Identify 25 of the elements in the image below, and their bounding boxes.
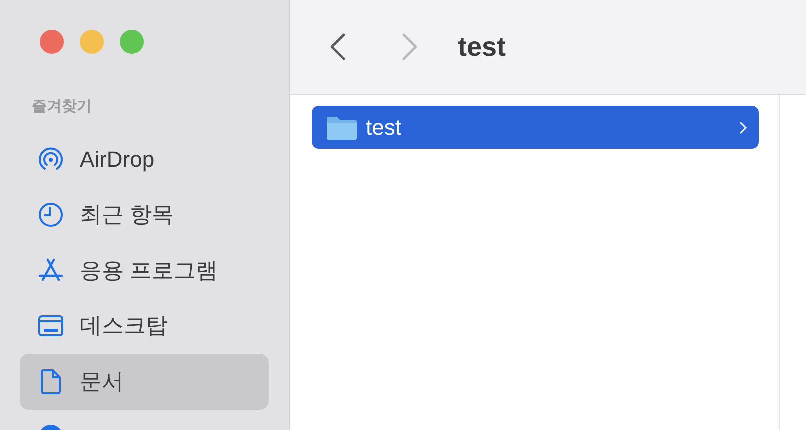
back-button[interactable] (330, 33, 346, 61)
minimize-button[interactable] (80, 30, 104, 54)
close-button[interactable] (40, 30, 64, 54)
item-label: 데스크탑 (80, 312, 168, 340)
chevron-icon (740, 122, 747, 134)
sidebar-item[interactable]: 응용 프로그램 (20, 243, 269, 298)
window-title: test (458, 32, 506, 62)
clock-icon (38, 202, 64, 228)
sidebar-item[interactable]: 최근 항목 (20, 188, 269, 243)
zoom-button[interactable] (120, 30, 144, 54)
item-label: AirDrop (80, 146, 155, 173)
item-label: 응용 프로그램 (80, 256, 218, 285)
section-title: 즐겨찾기 (32, 97, 92, 116)
folder-name: test (366, 114, 402, 140)
sidebar-item[interactable]: AirDrop (20, 132, 269, 188)
app-store-icon (38, 258, 64, 284)
desktop-icon (38, 315, 64, 338)
item-label: 문서 (80, 368, 124, 396)
folder-icon (326, 114, 358, 140)
airdrop-icon (38, 146, 64, 173)
sidebar-item[interactable]: 데스크탑 (20, 298, 269, 354)
sidebar-item[interactable]: 문서 (20, 354, 269, 410)
document-icon (40, 368, 62, 395)
folder-row[interactable]: test (312, 106, 759, 149)
item-label: 최근 항목 (80, 201, 174, 230)
